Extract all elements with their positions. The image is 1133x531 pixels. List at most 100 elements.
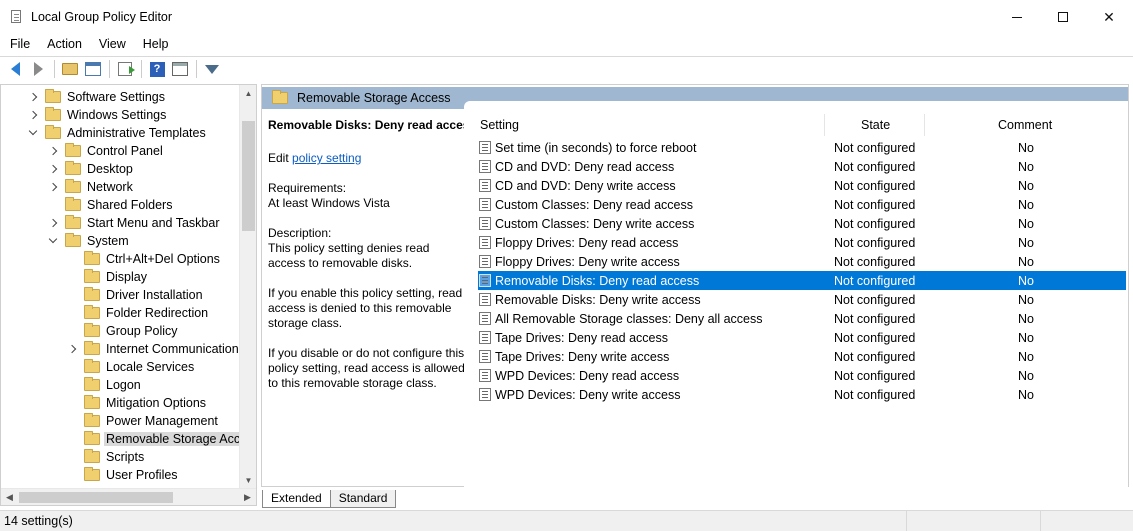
expand-chevron-icon[interactable] <box>66 343 78 355</box>
tree-item[interactable]: Network <box>47 178 135 196</box>
setting-name: Removable Disks: Deny read access <box>495 273 700 288</box>
tree-item[interactable]: Power Management <box>66 412 220 430</box>
tree-item[interactable]: Scripts <box>66 448 146 466</box>
filter-button[interactable] <box>201 58 223 80</box>
setting-row[interactable]: Tape Drives: Deny read access Not configu… <box>478 328 1126 347</box>
tree-item[interactable]: System <box>47 232 131 250</box>
tree-item[interactable]: User Profiles <box>66 466 180 484</box>
expand-chevron-icon[interactable] <box>47 217 59 229</box>
maximize-button[interactable] <box>1040 0 1086 34</box>
scroll-left-icon[interactable]: ◀ <box>1 489 18 505</box>
menu-view[interactable]: View <box>89 34 133 54</box>
column-header-comment[interactable]: Comment <box>998 113 1052 137</box>
setting-row[interactable]: Removable Disks: Deny write access Not co… <box>478 290 1126 309</box>
tree-item-label: Logon <box>106 378 141 392</box>
column-divider[interactable] <box>924 114 925 136</box>
navigation-tree[interactable]: Software Settings Windows Settings Adminis… <box>0 84 257 506</box>
tree-item[interactable]: Driver Installation <box>66 286 205 304</box>
collapse-chevron-icon[interactable] <box>27 126 39 139</box>
tree-item[interactable]: Software Settings <box>27 88 167 106</box>
tree-item[interactable]: Shared Folders <box>47 196 174 214</box>
expand-chevron-icon[interactable] <box>27 91 39 103</box>
menu-help[interactable]: Help <box>133 34 176 54</box>
scroll-up-icon[interactable]: ▲ <box>240 85 256 102</box>
requirements-label: Requirements: <box>268 181 347 195</box>
tab-extended[interactable]: Extended <box>262 490 331 508</box>
policy-setting-icon <box>479 388 491 401</box>
tree-vertical-scrollbar[interactable]: ▲ ▼ <box>239 85 256 489</box>
setting-row[interactable]: Custom Classes: Deny write access Not con… <box>478 214 1126 233</box>
setting-state: Not configured <box>834 387 916 402</box>
setting-row[interactable]: Custom Classes: Deny read access Not conf… <box>478 195 1126 214</box>
edit-policy-link[interactable]: policy setting <box>292 151 361 165</box>
scroll-down-icon[interactable]: ▼ <box>240 472 256 489</box>
column-header-state[interactable]: State <box>861 113 890 137</box>
menu-bar: File Action View Help <box>0 34 1133 54</box>
setting-row[interactable]: Set time (in seconds) to force reboot Not… <box>478 138 1126 157</box>
setting-row[interactable]: Floppy Drives: Deny write access Not conf… <box>478 252 1126 271</box>
tree-item[interactable]: Desktop <box>47 160 135 178</box>
setting-row[interactable]: Tape Drives: Deny write access Not config… <box>478 347 1126 366</box>
tree-item[interactable]: Windows Settings <box>27 106 168 124</box>
tree-item[interactable]: Removable Storage Acces <box>66 430 256 448</box>
policy-setting-icon <box>479 198 491 211</box>
setting-state: Not configured <box>834 368 916 383</box>
expand-chevron-icon[interactable] <box>47 145 59 157</box>
scroll-right-icon[interactable]: ▶ <box>239 489 256 505</box>
setting-row[interactable]: CD and DVD: Deny read access Not configur… <box>478 157 1126 176</box>
tab-standard[interactable]: Standard <box>329 490 397 508</box>
tree-item[interactable]: Control Panel <box>47 142 165 160</box>
policy-editor-app-icon <box>9 10 23 24</box>
expand-chevron-icon[interactable] <box>27 109 39 121</box>
description-text: This policy setting denies read access t… <box>268 241 430 270</box>
setting-row[interactable]: All Removable Storage classes: Deny all … <box>478 309 1126 328</box>
setting-row[interactable]: CD and DVD: Deny write access Not configu… <box>478 176 1126 195</box>
setting-row[interactable]: WPD Devices: Deny read access Not configu… <box>478 366 1126 385</box>
back-button[interactable] <box>4 58 26 80</box>
setting-row[interactable]: WPD Devices: Deny write access Not config… <box>478 385 1126 404</box>
collapse-chevron-icon[interactable] <box>47 234 59 247</box>
folder-icon <box>84 305 100 319</box>
tree-item-label: Windows Settings <box>67 108 167 122</box>
scroll-thumb[interactable] <box>242 121 255 231</box>
maximize-icon <box>1058 12 1068 22</box>
tree-item[interactable]: Internet Communication I <box>66 340 248 358</box>
tree-item[interactable]: Display <box>66 268 149 286</box>
forward-button[interactable] <box>27 58 49 80</box>
setting-row[interactable]: Removable Disks: Deny read access Not con… <box>478 271 1126 290</box>
export-list-button[interactable] <box>114 58 136 80</box>
column-divider[interactable] <box>824 114 825 136</box>
close-button[interactable]: ✕ <box>1086 0 1132 34</box>
minimize-button[interactable] <box>994 0 1040 34</box>
menu-action[interactable]: Action <box>37 34 89 54</box>
up-one-level-button[interactable] <box>59 58 81 80</box>
help-button[interactable]: ? <box>146 58 168 80</box>
tree-item[interactable]: Logon <box>66 376 143 394</box>
menu-file[interactable]: File <box>0 34 37 54</box>
tree-item[interactable]: Ctrl+Alt+Del Options <box>66 250 222 268</box>
expand-chevron-icon[interactable] <box>47 163 59 175</box>
setting-state: Not configured <box>834 216 916 231</box>
tree-item[interactable]: Group Policy <box>66 322 180 340</box>
scroll-thumb[interactable] <box>19 492 173 503</box>
folder-icon <box>84 449 100 463</box>
policy-setting-icon <box>479 141 491 154</box>
properties-button[interactable] <box>169 58 191 80</box>
expand-chevron-icon[interactable] <box>47 181 59 193</box>
setting-row[interactable]: Floppy Drives: Deny read access Not confi… <box>478 233 1126 252</box>
show-hide-tree-button[interactable] <box>82 58 104 80</box>
folder-icon <box>84 413 100 427</box>
window-title: Local Group Policy Editor <box>31 10 173 24</box>
tree-item[interactable]: Mitigation Options <box>66 394 208 412</box>
tree-item[interactable]: Administrative Templates <box>27 124 208 142</box>
setting-state: Not configured <box>834 349 916 364</box>
tree-horizontal-scrollbar[interactable]: ◀ ▶ <box>1 488 256 505</box>
tree-item[interactable]: Start Menu and Taskbar <box>47 214 221 232</box>
setting-state: Not configured <box>834 235 916 250</box>
setting-name: Tape Drives: Deny write access <box>495 349 670 364</box>
column-header-setting[interactable]: Setting <box>480 113 519 137</box>
tree-item[interactable]: Folder Redirection <box>66 304 210 322</box>
tree-item[interactable]: Locale Services <box>66 358 196 376</box>
